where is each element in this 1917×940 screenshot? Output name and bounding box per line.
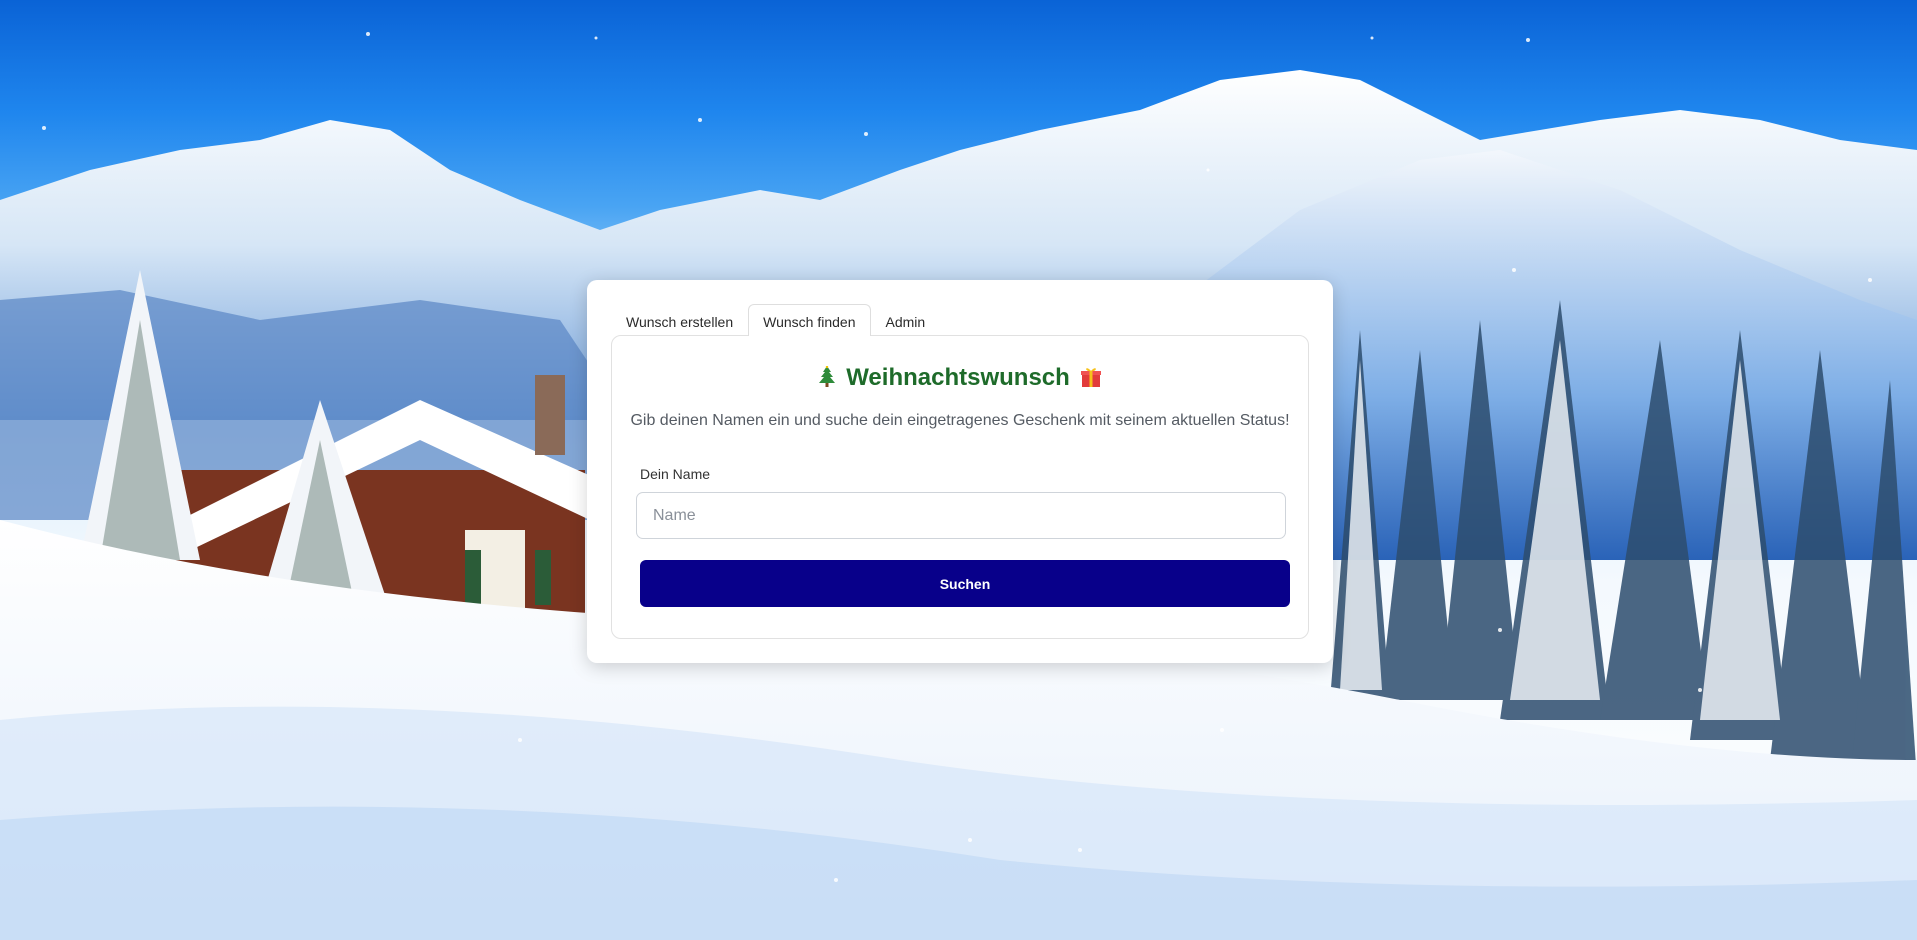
tab-wunsch-finden[interactable]: Wunsch finden: [748, 304, 871, 336]
tab-bar: Wunsch erstellen Wunsch finden Admin: [611, 304, 940, 336]
tab-admin[interactable]: Admin: [871, 304, 941, 336]
search-panel: Weihnachtswunsch Gib deinen Namen ein un…: [611, 335, 1309, 639]
name-input[interactable]: [636, 492, 1286, 539]
wish-card: Wunsch erstellen Wunsch finden Admin Wei…: [587, 280, 1333, 663]
title-text: Weihnachtswunsch: [846, 364, 1070, 391]
gift-icon: [1080, 366, 1102, 395]
tab-wunsch-erstellen[interactable]: Wunsch erstellen: [611, 304, 748, 336]
page-title: Weihnachtswunsch: [612, 364, 1308, 395]
search-button[interactable]: Suchen: [640, 560, 1290, 607]
winter-background: Wunsch erstellen Wunsch finden Admin Wei…: [0, 0, 1917, 940]
name-label: Dein Name: [640, 466, 711, 482]
instructions-text: Gib deinen Namen ein und suche dein eing…: [630, 412, 1290, 429]
christmas-tree-icon: [818, 365, 836, 395]
